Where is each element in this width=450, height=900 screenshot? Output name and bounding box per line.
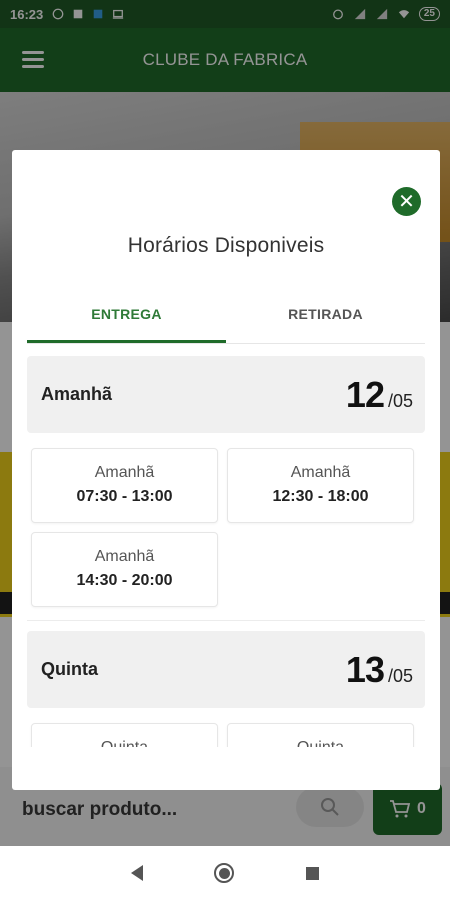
modal-title: Horários Disponiveis [127,234,325,257]
day-header: Amanhã 12 /05 [27,356,425,433]
day-date: 12 /05 [346,374,413,416]
slot-day: Amanhã [94,464,155,481]
slot-time: 14:30 - 20:00 [76,572,173,589]
back-icon[interactable] [130,865,143,881]
time-slot[interactable]: Amanhã 12:30 - 18:00 [227,448,414,523]
time-slots: Amanhã 07:30 - 13:00 Amanhã 12:30 - 18:0… [27,433,425,620]
schedule-list[interactable]: Amanhã 12 /05 Amanhã 07:30 - 13:00 Amanh… [27,354,425,747]
time-slot[interactable]: Quinta [31,723,218,747]
system-nav-bar [0,846,450,900]
day-header: Quinta 13 /05 [27,631,425,708]
day-number: 12 [345,374,385,415]
slot-day: Amanhã [94,548,155,565]
slot-day: Quinta [32,739,217,747]
tab-bar: ENTREGA RETIRADA [27,300,425,344]
recent-apps-icon[interactable] [306,866,320,880]
tab-retirada[interactable]: RETIRADA [226,300,425,343]
available-times-modal: ✕ Horários Disponiveis ENTREGA RETIRADA … [12,150,440,790]
close-icon: ✕ [398,190,415,213]
day-month: /05 [387,391,413,411]
time-slot[interactable]: Amanhã 07:30 - 13:00 [31,448,218,523]
day-name: Quinta [41,659,98,679]
time-slot[interactable]: Quinta [227,723,414,747]
day-name: Amanhã [41,384,113,404]
divider [27,620,425,621]
day-date: 13 /05 [346,649,413,691]
close-button[interactable]: ✕ [392,187,421,216]
time-slot[interactable]: Amanhã 14:30 - 20:00 [31,532,218,607]
time-slots: Quinta Quinta [27,708,425,747]
slot-time: 12:30 - 18:00 [272,488,369,505]
slot-day: Quinta [228,739,413,747]
slot-time: 07:30 - 13:00 [76,488,173,505]
day-month: /05 [387,666,413,686]
home-icon[interactable] [214,863,235,883]
tab-entrega[interactable]: ENTREGA [27,300,226,343]
day-number: 13 [345,649,385,690]
slot-day: Amanhã [290,464,351,481]
